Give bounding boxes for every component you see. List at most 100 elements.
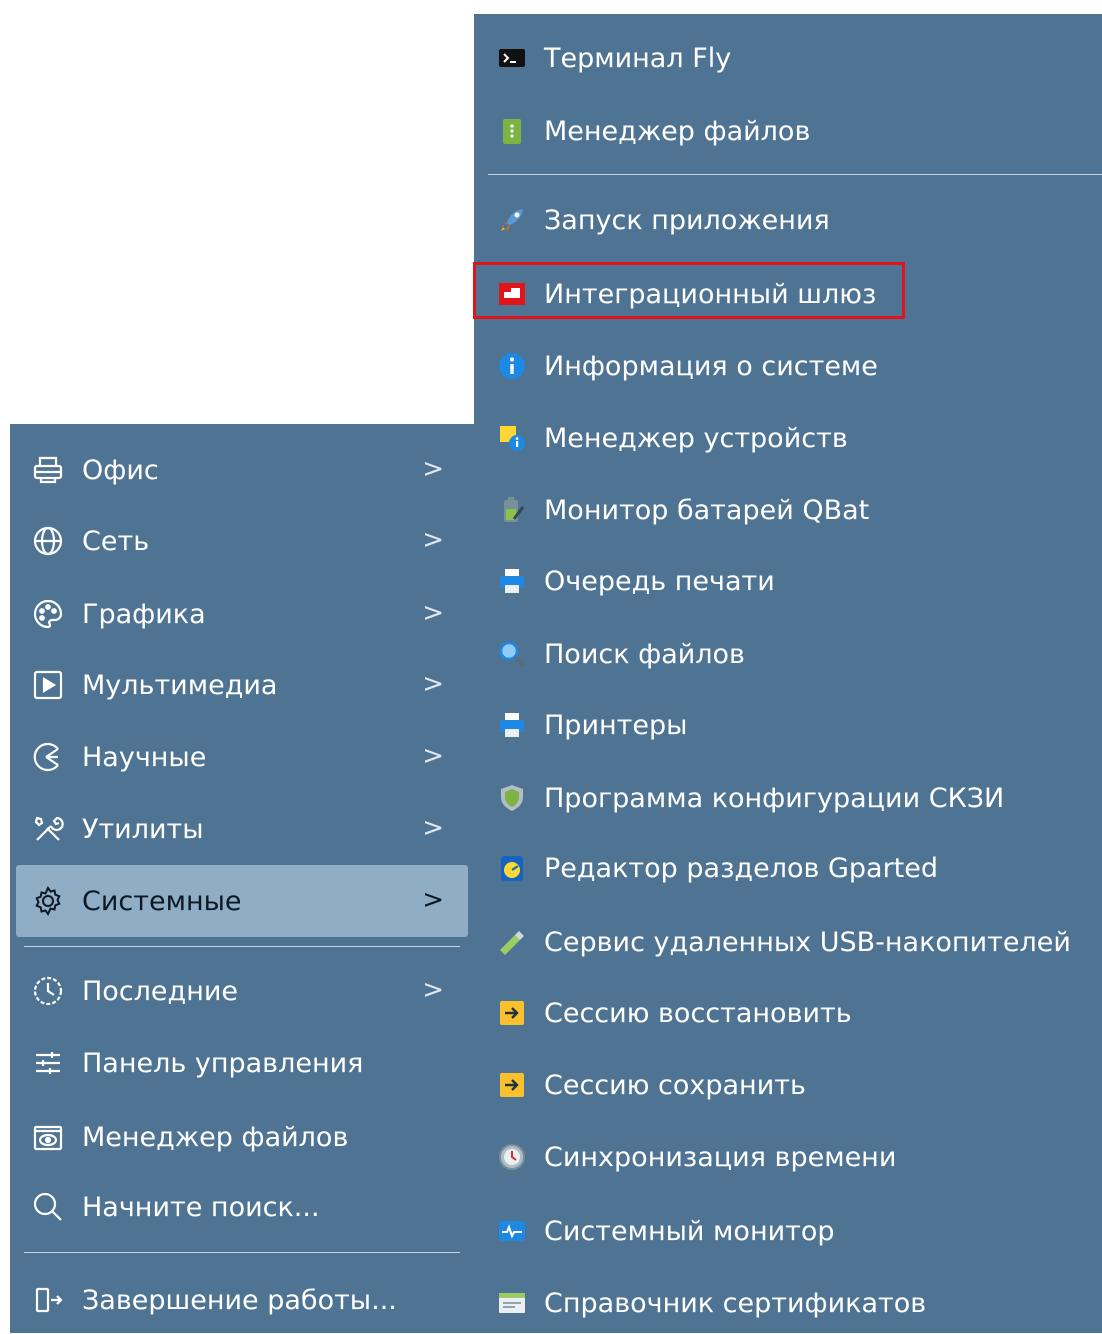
- menu-item-file-manager[interactable]: Менеджер файлов: [16, 1105, 468, 1169]
- submenu-item-launch-app[interactable]: Запуск приложения: [474, 189, 1102, 251]
- menu-item-label: Мультимедиа: [82, 669, 278, 701]
- shield-icon: [496, 782, 528, 814]
- palette-icon: [30, 596, 66, 632]
- device-manager-icon: [496, 422, 528, 454]
- submenu-item-label: Запуск приложения: [544, 204, 830, 236]
- submenu-item-file-search[interactable]: Поиск файлов: [474, 623, 1102, 685]
- submenu-item-terminal[interactable]: Терминал Fly: [474, 27, 1102, 89]
- magnifier-icon: [496, 638, 528, 670]
- chevron-right-icon: >: [422, 741, 444, 771]
- highlight-frame: [473, 262, 905, 319]
- menu-item-label: Научные: [82, 741, 207, 773]
- menu-item-label: Сеть: [82, 525, 150, 557]
- menu-item-network[interactable]: Сеть >: [16, 509, 468, 573]
- science-icon: [30, 739, 66, 775]
- submenu-item-file-manager[interactable]: Менеджер файлов: [474, 100, 1102, 162]
- menu-item-shutdown[interactable]: Завершение работы...: [16, 1268, 468, 1332]
- menu-item-label: Графика: [82, 598, 206, 630]
- submenu-item-gparted[interactable]: Редактор разделов Gparted: [474, 837, 1102, 899]
- submenu-item-battery-monitor[interactable]: Монитор батарей QBat: [474, 479, 1102, 541]
- menu-item-label: Офис: [82, 454, 159, 486]
- submenu-item-session-save[interactable]: Сессию сохранить: [474, 1054, 1102, 1116]
- submenu-item-label: Сервис удаленных USB-накопителей: [544, 926, 1071, 958]
- system-submenu: Терминал Fly Менеджер файлов Запуск прил…: [474, 14, 1102, 1333]
- submenu-item-certificates[interactable]: Справочник сертификатов: [474, 1272, 1102, 1334]
- usb-icon: [496, 926, 528, 958]
- terminal-icon: [496, 42, 528, 74]
- submenu-item-label: Менеджер файлов: [544, 115, 811, 147]
- submenu-item-usb-service[interactable]: Сервис удаленных USB-накопителей: [474, 911, 1102, 973]
- chevron-right-icon: >: [422, 598, 444, 628]
- separator: [24, 946, 460, 947]
- chevron-right-icon: >: [422, 454, 444, 484]
- menu-item-label: Последние: [82, 975, 239, 1007]
- submenu-item-time-sync[interactable]: Синхронизация времени: [474, 1126, 1102, 1188]
- main-menu: Офис > Сеть > Графика > Мультимедиа > На…: [10, 424, 475, 1333]
- certificate-icon: [496, 1287, 528, 1319]
- menu-item-label: Панель управления: [82, 1047, 364, 1079]
- play-icon: [30, 667, 66, 703]
- menu-item-control-panel[interactable]: Панель управления: [16, 1031, 468, 1095]
- menu-item-graphics[interactable]: Графика >: [16, 582, 468, 646]
- clock-sync-icon: [496, 1141, 528, 1173]
- rocket-icon: [496, 204, 528, 236]
- file-manager-icon: [496, 115, 528, 147]
- separator: [24, 1252, 460, 1253]
- chevron-right-icon: >: [422, 525, 444, 555]
- session-save-icon: [496, 1069, 528, 1101]
- menu-item-label: Менеджер файлов: [82, 1121, 349, 1153]
- chevron-right-icon: >: [422, 669, 444, 699]
- menu-item-system[interactable]: Системные >: [16, 865, 468, 937]
- printer-color-icon: [496, 709, 528, 741]
- menu-item-label: Начните поиск...: [82, 1191, 320, 1223]
- submenu-item-label: Менеджер устройств: [544, 422, 848, 454]
- separator: [488, 174, 1102, 175]
- gear-icon: [30, 883, 66, 919]
- submenu-item-label: Сессию восстановить: [544, 997, 852, 1029]
- submenu-item-session-restore[interactable]: Сессию восстановить: [474, 982, 1102, 1044]
- submenu-item-label: Системный монитор: [544, 1215, 835, 1247]
- menu-item-search[interactable]: Начните поиск...: [16, 1175, 468, 1239]
- submenu-item-device-manager[interactable]: Менеджер устройств: [474, 407, 1102, 469]
- submenu-item-label: Программа конфигурации СКЗИ: [544, 782, 1005, 814]
- menu-item-multimedia[interactable]: Мультимедиа >: [16, 653, 468, 717]
- gparted-icon: [496, 852, 528, 884]
- submenu-item-label: Терминал Fly: [544, 42, 732, 74]
- print-queue-icon: [496, 565, 528, 597]
- logout-icon: [30, 1282, 66, 1318]
- menu-item-utilities[interactable]: Утилиты >: [16, 797, 468, 861]
- globe-icon: [30, 523, 66, 559]
- printer-icon: [30, 452, 66, 488]
- battery-icon: [496, 494, 528, 526]
- session-restore-icon: [496, 997, 528, 1029]
- folder-eye-icon: [30, 1119, 66, 1155]
- menu-item-recent[interactable]: Последние >: [16, 959, 468, 1023]
- submenu-item-label: Поиск файлов: [544, 638, 745, 670]
- search-icon: [30, 1189, 66, 1225]
- menu-item-label: Утилиты: [82, 813, 204, 845]
- menu-item-label: Завершение работы...: [82, 1284, 397, 1316]
- submenu-item-label: Монитор батарей QBat: [544, 494, 870, 526]
- chevron-right-icon: >: [422, 975, 444, 1005]
- submenu-item-label: Принтеры: [544, 709, 688, 741]
- tools-icon: [30, 811, 66, 847]
- recent-icon: [30, 973, 66, 1009]
- sliders-icon: [30, 1045, 66, 1081]
- info-icon: [496, 350, 528, 382]
- submenu-item-label: Редактор разделов Gparted: [544, 852, 939, 884]
- chevron-right-icon: >: [422, 813, 444, 843]
- menu-item-office[interactable]: Офис >: [16, 438, 468, 502]
- submenu-item-system-info[interactable]: Информация о системе: [474, 335, 1102, 397]
- system-monitor-icon: [496, 1215, 528, 1247]
- submenu-item-label: Сессию сохранить: [544, 1069, 806, 1101]
- submenu-item-label: Очередь печати: [544, 565, 775, 597]
- submenu-item-label: Синхронизация времени: [544, 1141, 897, 1173]
- submenu-item-label: Информация о системе: [544, 350, 878, 382]
- submenu-item-printers[interactable]: Принтеры: [474, 694, 1102, 756]
- chevron-right-icon: >: [422, 885, 444, 915]
- submenu-item-label: Справочник сертификатов: [544, 1287, 927, 1319]
- submenu-item-system-monitor[interactable]: Системный монитор: [474, 1200, 1102, 1262]
- menu-item-science[interactable]: Научные >: [16, 725, 468, 789]
- submenu-item-print-queue[interactable]: Очередь печати: [474, 550, 1102, 612]
- submenu-item-skzi-config[interactable]: Программа конфигурации СКЗИ: [474, 767, 1102, 829]
